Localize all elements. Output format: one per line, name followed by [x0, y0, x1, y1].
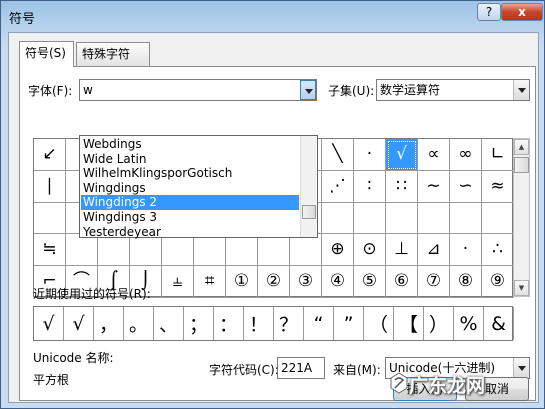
recent-symbol-cell[interactable]: ，	[94, 307, 124, 340]
tab-special-characters[interactable]: 特殊字符(P)	[76, 42, 150, 83]
symbol-cell[interactable]: ·	[354, 139, 386, 171]
from-dropdown-arrow-icon[interactable]	[513, 358, 529, 378]
recent-symbol-cell[interactable]: ：	[214, 307, 244, 340]
font-list-item[interactable]: Wingdings 3	[81, 210, 299, 225]
font-list-item[interactable]: Wingdings 2	[81, 195, 299, 211]
symbol-cell[interactable]	[482, 202, 514, 235]
font-list-item[interactable]: Webdings	[81, 137, 299, 152]
title-bar: 符号 ? x	[1, 1, 545, 31]
symbol-cell[interactable]	[34, 202, 66, 235]
symbol-cell[interactable]: ⑥	[386, 266, 418, 298]
symbol-cell[interactable]: ≈	[482, 170, 514, 203]
font-combobox[interactable]: w	[79, 79, 317, 101]
symbol-cell[interactable]: ⊕	[322, 234, 354, 267]
recent-symbol-cell[interactable]: 。	[124, 307, 154, 340]
unicode-name-value: 平方根	[33, 373, 70, 387]
tab-symbols[interactable]: 符号(S)	[19, 41, 74, 67]
font-list-item[interactable]: WilhelmKlingsporGotisch	[81, 166, 299, 181]
symbol-cell[interactable]: ①	[226, 266, 258, 298]
symbol-cell[interactable]: ∞	[450, 139, 482, 171]
symbol-cell[interactable]: ⫨	[162, 266, 194, 298]
symbol-cell[interactable]: ·	[450, 234, 482, 267]
symbol-cell[interactable]: ⋰	[322, 170, 354, 203]
recent-symbol-cell[interactable]: 、	[154, 307, 184, 340]
font-list-item[interactable]: Wingdings	[81, 181, 299, 196]
dialog-client-area: 符号(S) 特殊字符(P) 字体(F): w 子集(U): 数学运算符 ↙╲·√…	[8, 32, 539, 403]
recent-symbol-cell[interactable]: ”	[334, 307, 364, 340]
symbol-cell[interactable]: ↙	[34, 139, 66, 171]
symbol-cell[interactable]: ∶	[354, 170, 386, 203]
symbol-cell[interactable]: ∟	[482, 139, 514, 171]
recent-symbols-label: 近期使用过的符号(R):	[33, 287, 151, 301]
symbol-cell[interactable]: ∷	[386, 170, 418, 203]
recent-symbol-cell[interactable]: 【	[394, 307, 424, 340]
char-code-input[interactable]: 221A	[277, 357, 325, 379]
from-label: 来自(M):	[333, 363, 381, 377]
symbol-cell[interactable]: ④	[322, 266, 354, 298]
symbol-cell[interactable]: ∼	[418, 170, 450, 203]
close-button[interactable]: x	[501, 3, 543, 21]
scroll-up-icon[interactable]: ▲	[514, 139, 529, 155]
font-list-item[interactable]: Yesterdeyear	[81, 225, 299, 240]
subset-label: 子集(U):	[328, 84, 375, 98]
recent-symbol-cell[interactable]: ？	[274, 307, 304, 340]
symbol-cell[interactable]: ⊙	[354, 234, 386, 267]
unicode-name-label: Unicode 名称:	[33, 351, 114, 365]
recent-symbols-row: √ √，。、；：！？ “” （【）% &	[33, 306, 514, 341]
symbol-grid-scrollbar[interactable]: ▲ ▼	[513, 138, 530, 297]
symbol-cell[interactable]: ⊿	[418, 234, 450, 267]
symbols-tab-panel: 字体(F): w 子集(U): 数学运算符 ↙ ╲ · √ ∝ ∞ ∟ ∣ ⋰ ∶ ∷ ∼ ∽ ≈ ≒ ⊕ ⊙ ⊥…	[19, 66, 536, 401]
symbol-cell[interactable]: ⊥	[386, 234, 418, 267]
symbol-cell[interactable]: ≒	[34, 234, 66, 267]
symbol-cell[interactable]	[386, 202, 418, 235]
symbol-cell[interactable]: ③	[290, 266, 322, 298]
symbol-dialog: 符号 ? x 符号(S) 特殊字符(P) 字体(F): w 子集(U): 数学运…	[0, 0, 545, 409]
recent-symbol-cell[interactable]: √	[34, 307, 64, 340]
symbol-cell[interactable]: ⑤	[354, 266, 386, 298]
recent-symbol-cell[interactable]: “	[304, 307, 334, 340]
font-dropdown-list: Webdings Wide Latin WilhelmKlingsporGotisc…	[79, 135, 318, 240]
font-list-item[interactable]: Wide Latin	[81, 152, 299, 167]
window-title: 符号	[9, 12, 36, 27]
font-dropdown-scroll-thumb[interactable]	[302, 205, 316, 219]
help-button[interactable]: ?	[477, 3, 501, 21]
font-dropdown-arrow-icon[interactable]	[300, 80, 316, 100]
scroll-thumb[interactable]	[514, 157, 529, 173]
symbol-cell[interactable]	[322, 202, 354, 235]
symbol-cell[interactable]: ⌗	[194, 266, 226, 298]
subset-dropdown-arrow-icon[interactable]	[513, 80, 529, 100]
symbol-cell[interactable]: ∣	[34, 170, 66, 203]
watermark-text: 广东龙网	[409, 375, 486, 397]
recent-symbol-cell[interactable]: ；	[184, 307, 214, 340]
font-combobox-value: w	[83, 83, 93, 97]
recent-symbol-cell[interactable]: √	[64, 307, 94, 340]
symbol-cell[interactable]: √	[386, 139, 418, 171]
recent-symbol-cell[interactable]: （	[364, 307, 394, 340]
symbol-cell[interactable]	[354, 202, 386, 235]
symbol-cell[interactable]: ╲	[322, 139, 354, 171]
symbol-cell[interactable]: ∽	[450, 170, 482, 203]
font-dropdown-scrollbar[interactable]	[300, 136, 317, 237]
symbol-cell[interactable]: ⑧	[450, 266, 482, 298]
symbol-cell[interactable]	[418, 202, 450, 235]
symbol-cell[interactable]: ②	[258, 266, 290, 298]
subset-combobox-value: 数学运算符	[380, 83, 441, 97]
scroll-down-icon[interactable]: ▼	[514, 280, 529, 296]
recent-symbol-cell[interactable]: ）	[424, 307, 454, 340]
font-label: 字体(F):	[28, 84, 73, 98]
symbol-cell[interactable]	[450, 202, 482, 235]
recent-symbol-cell[interactable]: ！	[244, 307, 274, 340]
subset-combobox[interactable]: 数学运算符	[376, 79, 530, 101]
symbol-cell[interactable]: ∝	[418, 139, 450, 171]
char-code-label: 字符代码(C):	[209, 363, 279, 377]
recent-symbol-cell[interactable]: &	[484, 307, 514, 340]
symbol-cell[interactable]: ∴	[482, 234, 514, 267]
symbol-cell[interactable]: ⑦	[418, 266, 450, 298]
symbol-cell[interactable]: ⑨	[482, 266, 514, 298]
watermark-logo-icon	[390, 372, 408, 394]
recent-symbol-cell[interactable]: %	[454, 307, 484, 340]
